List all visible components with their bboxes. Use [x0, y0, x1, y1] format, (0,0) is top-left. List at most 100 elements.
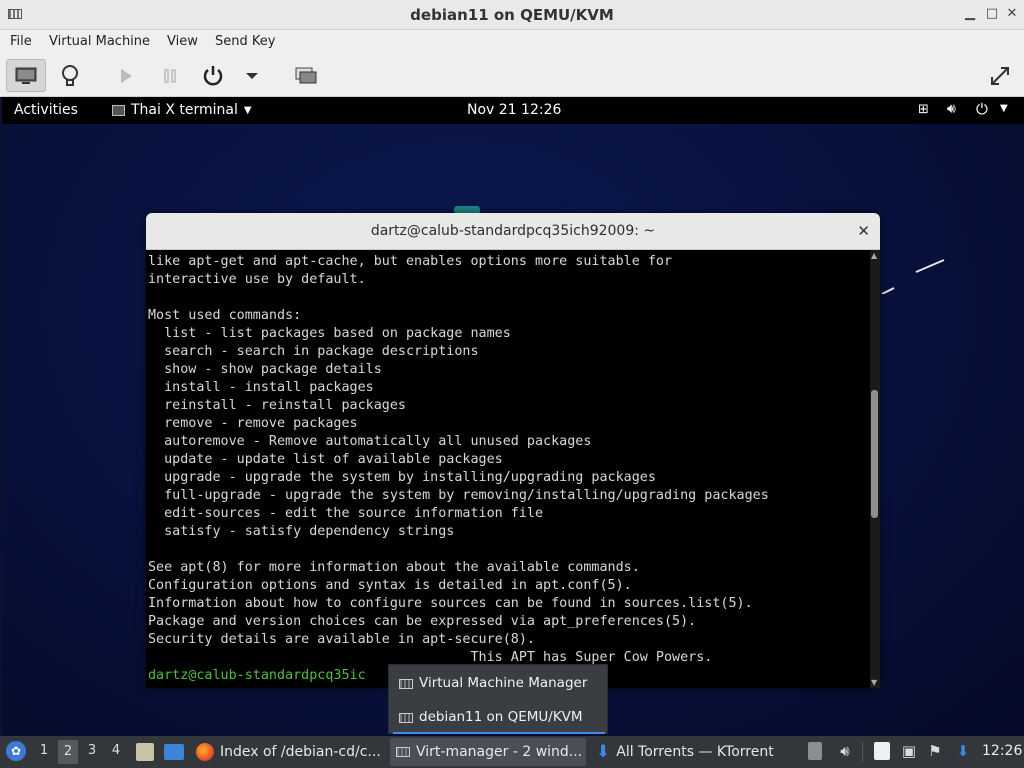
terminal-line: interactive use by default.: [148, 272, 366, 287]
play-icon: [121, 68, 132, 83]
menu-send-key[interactable]: Send Key: [215, 34, 275, 49]
terminal-line: edit-sources - edit the source informati…: [148, 506, 544, 521]
terminal-line: See apt(8) for more information about th…: [148, 560, 640, 575]
task-ktorrent[interactable]: ⬇ All Torrents — KTorrent: [590, 738, 790, 766]
workspace-4[interactable]: 4: [108, 743, 124, 758]
volume-icon[interactable]: 🔊︎: [947, 101, 956, 117]
terminal-scrollbar-thumb[interactable]: [871, 390, 878, 518]
show-desktop-icon[interactable]: [164, 744, 184, 760]
terminal-line: install - install packages: [148, 380, 374, 395]
activities-button[interactable]: Activities: [14, 102, 78, 118]
terminal-line: full-upgrade - upgrade the system by rem…: [148, 488, 769, 503]
chevron-down-icon: ▼: [243, 104, 252, 116]
system-power-icon[interactable]: ⏻: [976, 100, 988, 118]
taskbar-clock[interactable]: 12:26: [982, 743, 1022, 759]
clipboard-icon[interactable]: [874, 742, 890, 760]
active-item-underline: [393, 732, 605, 734]
terminal-line: like apt-get and apt-cache, but enables …: [148, 254, 673, 269]
run-button[interactable]: [106, 59, 146, 92]
workspace-2-active[interactable]: 2: [58, 740, 78, 764]
terminal-line: reinstall - reinstall packages: [148, 398, 406, 413]
close-icon[interactable]: ✕: [1004, 6, 1020, 21]
popup-item-debian11[interactable]: debian11 on QEMU/KVM: [389, 701, 609, 734]
virt-manager-app-icon: [399, 712, 413, 723]
maximize-icon[interactable]: □: [984, 6, 1000, 21]
menu-view[interactable]: View: [167, 34, 198, 49]
menu-file[interactable]: File: [10, 34, 32, 49]
host-titlebar: debian11 on QEMU/KVM ▁ □ ✕: [0, 0, 1024, 30]
tray-divider: [862, 742, 863, 762]
terminal-app-icon: [112, 104, 125, 116]
minimize-icon[interactable]: ▁: [962, 6, 978, 21]
terminal-line: Package and version choices can be expre…: [148, 614, 697, 629]
terminal-title: dartz@calub-standardpcq35ich92009: ~: [370, 223, 656, 239]
shutdown-menu-button[interactable]: [232, 59, 272, 92]
workspace-1[interactable]: 1: [36, 743, 52, 758]
menu-bar: File Virtual Machine View Send Key: [0, 30, 1024, 54]
console-view-button[interactable]: [6, 59, 46, 92]
virt-manager-app-icon: [396, 747, 410, 757]
system-menu-arrow-icon[interactable]: ▼: [1000, 103, 1008, 114]
virt-manager-app-icon: [399, 678, 413, 689]
terminal-output[interactable]: like apt-get and apt-cache, but enables …: [148, 253, 870, 686]
updates-icon[interactable]: ⚑: [926, 742, 944, 760]
app-menu[interactable]: Thai X terminal ▼: [112, 102, 252, 118]
network-icon[interactable]: ⊞: [918, 102, 929, 117]
terminal-line: Security details are available in apt-se…: [148, 632, 535, 647]
terminal-line: upgrade - upgrade the system by installi…: [148, 470, 656, 485]
terminal-line: satisfy - satisfy dependency strings: [148, 524, 455, 539]
download-arrow-icon: ⬇: [596, 742, 611, 762]
popup-item-label: Virtual Machine Manager: [419, 675, 588, 691]
fullscreen-button[interactable]: [980, 59, 1020, 92]
toolbar: [0, 54, 1024, 97]
taskbar: ✿ 1 2 3 4 Index of /debian-cd/c... Virt-…: [0, 736, 1024, 768]
task-virt-manager[interactable]: Virt-manager - 2 wind...: [390, 738, 586, 766]
snapshots-icon: [295, 67, 317, 83]
file-manager-icon[interactable]: [136, 743, 154, 761]
task-firefox[interactable]: Index of /debian-cd/c...: [190, 738, 386, 766]
monitor-icon: [15, 67, 37, 84]
scroll-tray-icon[interactable]: [808, 742, 822, 760]
power-icon: [203, 65, 223, 85]
pause-button[interactable]: [150, 59, 190, 92]
window-group-popup: Virtual Machine Manager debian11 on QEMU…: [388, 664, 608, 734]
terminal-window[interactable]: dartz@calub-standardpcq35ich92009: ~ ✕ l…: [146, 213, 880, 688]
ktorrent-tray-icon[interactable]: ⬇: [954, 742, 972, 760]
terminal-line: Most used commands:: [148, 308, 302, 323]
terminal-scrollbar[interactable]: ▲ ▼: [870, 250, 880, 688]
wallpaper-line-decoration: [881, 259, 945, 294]
details-view-button[interactable]: [50, 59, 90, 92]
popup-item-virt-manager[interactable]: Virtual Machine Manager: [389, 667, 609, 700]
menu-virtual-machine[interactable]: Virtual Machine: [49, 34, 150, 49]
terminal-close-icon[interactable]: ✕: [857, 222, 870, 240]
shutdown-button[interactable]: [193, 59, 233, 92]
application-launcher-icon[interactable]: ✿: [6, 741, 26, 761]
firefox-icon: [196, 743, 214, 761]
terminal-titlebar[interactable]: dartz@calub-standardpcq35ich92009: ~ ✕: [146, 213, 880, 250]
terminal-line: Configuration options and syntax is deta…: [148, 578, 632, 593]
gnome-clock[interactable]: Nov 21 12:26: [467, 102, 561, 118]
app-menu-label: Thai X terminal: [131, 102, 238, 118]
task-label: Index of /debian-cd/c...: [220, 744, 381, 760]
snapshots-button[interactable]: [286, 59, 326, 92]
volume-tray-icon[interactable]: 🔊︎: [836, 742, 854, 760]
host-window-title: debian11 on QEMU/KVM: [410, 6, 614, 24]
pause-icon: [164, 68, 176, 83]
scroll-down-arrow-icon[interactable]: ▼: [871, 678, 877, 687]
task-label: Virt-manager - 2 wind...: [416, 744, 583, 760]
fullscreen-icon: [991, 66, 1009, 85]
terminal-line: show - show package details: [148, 362, 382, 377]
display-icon[interactable]: ▣: [900, 742, 918, 760]
workspace-3[interactable]: 3: [84, 743, 100, 758]
scroll-up-arrow-icon[interactable]: ▲: [871, 251, 877, 260]
task-label: All Torrents — KTorrent: [616, 744, 774, 760]
gnome-top-bar: Activities Thai X terminal ▼ Nov 21 12:2…: [2, 97, 1024, 124]
terminal-line: Information about how to configure sourc…: [148, 596, 753, 611]
terminal-line: autoremove - Remove automatically all un…: [148, 434, 592, 449]
terminal-line: list - list packages based on package na…: [148, 326, 511, 341]
lightbulb-icon: [62, 64, 78, 86]
terminal-line: search - search in package descriptions: [148, 344, 479, 359]
terminal-line: remove - remove packages: [148, 416, 358, 431]
